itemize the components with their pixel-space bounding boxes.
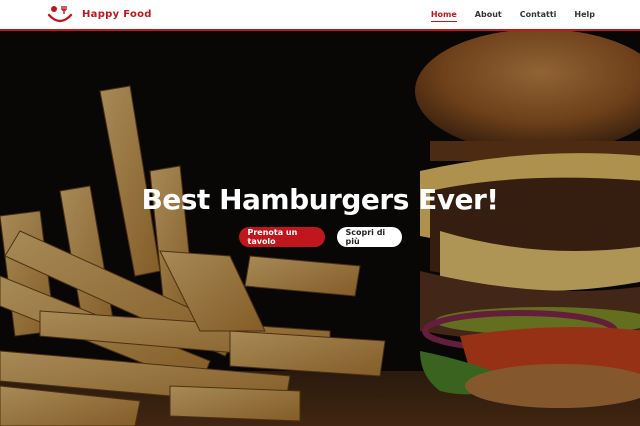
hero-section: Best Hamburgers Ever! Prenota un tavolo … bbox=[0, 31, 640, 426]
page: Happy Food Home About Contatti Help Best… bbox=[0, 0, 640, 426]
nav-contatti[interactable]: Contatti bbox=[520, 10, 557, 22]
hero-cta-group: Prenota un tavolo Scopri di più bbox=[0, 227, 640, 247]
learn-more-button[interactable]: Scopri di più bbox=[336, 227, 402, 247]
site-header: Happy Food Home About Contatti Help bbox=[0, 0, 640, 31]
book-table-button[interactable]: Prenota un tavolo bbox=[238, 227, 325, 247]
nav-home[interactable]: Home bbox=[430, 10, 457, 22]
smiley-fork-logo-icon bbox=[47, 6, 73, 23]
hero-headline: Best Hamburgers Ever! bbox=[141, 183, 499, 216]
logo[interactable] bbox=[46, 5, 74, 27]
brand-name[interactable]: Happy Food bbox=[82, 9, 152, 20]
nav-help[interactable]: Help bbox=[574, 10, 595, 22]
nav-about[interactable]: About bbox=[475, 10, 502, 22]
main-nav: Home About Contatti Help bbox=[413, 10, 595, 22]
